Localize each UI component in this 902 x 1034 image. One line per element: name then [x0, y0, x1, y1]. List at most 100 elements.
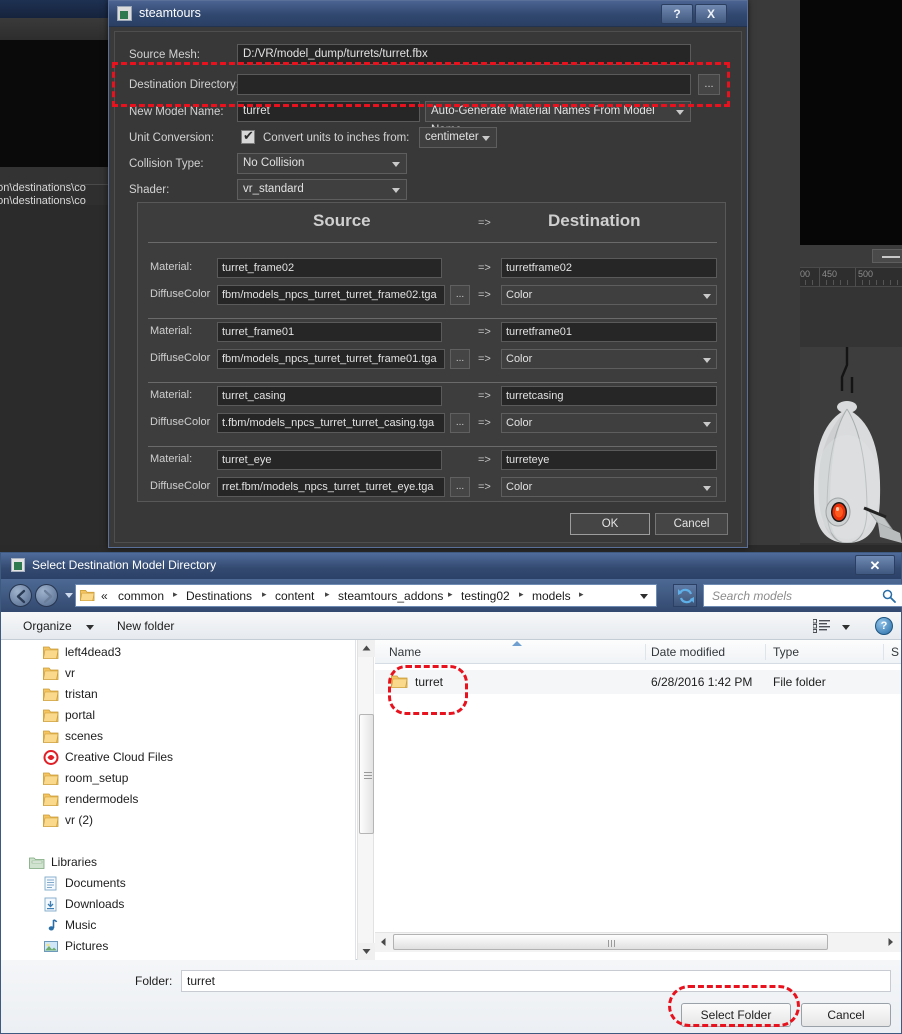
breadcrumb-separator-icon[interactable]: ▸ — [519, 589, 524, 600]
organize-button[interactable]: Organize — [23, 617, 72, 635]
help-icon[interactable]: ? — [875, 617, 893, 635]
breadcrumb-separator-icon[interactable]: ▸ — [173, 589, 178, 600]
material-source-input-1[interactable]: turret_frame01 — [217, 322, 442, 342]
sidebar-scroll-thumb[interactable] — [359, 714, 374, 834]
sidebar-item-music[interactable]: Music — [43, 915, 356, 936]
diffuse-source-input-3[interactable]: rret.fbm/models_npcs_turret_turret_eye.t… — [217, 477, 445, 497]
breadcrumb-testing02[interactable]: testing02 — [461, 588, 510, 604]
source-mesh-input[interactable]: D:/VR/model_dump/turrets/turret.fbx — [237, 44, 691, 65]
collision-type-select[interactable]: No Collision — [237, 153, 407, 174]
breadcrumb-content[interactable]: content — [275, 588, 314, 604]
explorer-titlebar[interactable]: Select Destination Model Directory ✕ — [1, 553, 901, 579]
sidebar-item-creative-cloud-files[interactable]: Creative Cloud Files — [43, 747, 356, 768]
steamtours-titlebar[interactable]: steamtours ? X — [109, 1, 747, 27]
sidebar-item-label: Libraries — [51, 854, 97, 871]
folder-icon — [43, 666, 59, 681]
scroll-down-button[interactable] — [358, 943, 375, 960]
sidebar-item-rendermodels[interactable]: rendermodels — [43, 789, 356, 810]
column-header-size[interactable]: S — [891, 644, 899, 660]
material-source-input-3[interactable]: turret_eye — [217, 450, 442, 470]
sidebar-item-libraries[interactable]: Libraries — [29, 852, 356, 873]
hscroll-thumb[interactable] — [393, 934, 828, 950]
material-dest-input-0[interactable]: turretframe02 — [501, 258, 717, 278]
destination-browse-button[interactable]: ... — [698, 74, 720, 95]
help-button[interactable]: ? — [661, 4, 693, 24]
sidebar-item-room-setup[interactable]: room_setup — [43, 768, 356, 789]
refresh-button[interactable] — [673, 584, 697, 607]
select-folder-button[interactable]: Select Folder — [681, 1003, 791, 1027]
breadcrumb-separator-icon[interactable]: ▸ — [325, 589, 330, 600]
explorer-close-button[interactable]: ✕ — [855, 555, 895, 575]
timeline-label-2: 500 — [858, 269, 873, 279]
ok-button[interactable]: OK — [570, 513, 650, 535]
folder-icon — [43, 813, 59, 828]
diffuse-browse-button-2[interactable]: ... — [450, 413, 470, 433]
forward-button[interactable] — [35, 584, 58, 607]
column-header-name[interactable]: Name — [389, 644, 421, 660]
sidebar-item-left4dead3[interactable]: left4dead3 — [43, 642, 356, 663]
view-caret-icon[interactable] — [842, 625, 850, 630]
diffuse-source-input-1[interactable]: fbm/models_npcs_turret_turret_frame01.tg… — [217, 349, 445, 369]
sidebar-item-vr-2[interactable]: vr (2) — [43, 810, 356, 831]
address-bar[interactable]: « common ▸ Destinations ▸ content ▸ stea… — [75, 584, 657, 607]
close-button[interactable]: X — [695, 4, 727, 24]
diffuse-browse-button-1[interactable]: ... — [450, 349, 470, 369]
breadcrumb-steamtours-addons[interactable]: steamtours_addons — [338, 588, 443, 604]
search-icon — [882, 589, 896, 603]
file-list-hscrollbar[interactable] — [375, 932, 901, 952]
breadcrumb-separator-icon[interactable]: ▸ — [579, 589, 584, 600]
back-button[interactable] — [9, 584, 32, 607]
background-timeline[interactable]: 00 450 500 — [800, 267, 902, 287]
diffuse-dest-select-3[interactable]: Color — [501, 477, 717, 497]
material-dest-input-1[interactable]: turretframe01 — [501, 322, 717, 342]
convert-units-checkbox[interactable] — [241, 130, 255, 144]
diffuse-browse-button-0[interactable]: ... — [450, 285, 470, 305]
material-source-input-0[interactable]: turret_frame02 — [217, 258, 442, 278]
new-folder-button[interactable]: New folder — [117, 617, 174, 635]
sidebar-item-portal[interactable]: portal — [43, 705, 356, 726]
breadcrumb-common[interactable]: common — [118, 588, 164, 604]
table-row[interactable]: turret 6/28/2016 1:42 PM File folder — [375, 670, 901, 694]
sidebar-item-tristan[interactable]: tristan — [43, 684, 356, 705]
sidebar-scrollbar[interactable] — [357, 640, 374, 960]
column-header-type[interactable]: Type — [773, 644, 799, 660]
diffuse-browse-button-3[interactable]: ... — [450, 477, 470, 497]
column-header-date-modified[interactable]: Date modified — [651, 644, 725, 660]
breadcrumb-separator-icon[interactable]: ▸ — [448, 589, 453, 600]
material-dest-input-3[interactable]: turreteye — [501, 450, 717, 470]
diffuse-dest-select-0[interactable]: Color — [501, 285, 717, 305]
recent-locations-caret-icon[interactable] — [65, 593, 73, 598]
explorer-cancel-button[interactable]: Cancel — [801, 1003, 891, 1027]
steamtours-cancel-button[interactable]: Cancel — [655, 513, 728, 535]
search-input[interactable]: Search models — [703, 584, 902, 607]
sidebar-item-pictures[interactable]: Pictures — [43, 936, 356, 957]
new-model-name-input[interactable]: turret — [237, 101, 420, 122]
background-right-toolbutton[interactable] — [872, 249, 902, 263]
breadcrumb-destinations[interactable]: Destinations — [186, 588, 252, 604]
sidebar-item-scenes[interactable]: scenes — [43, 726, 356, 747]
diffuse-dest-select-1[interactable]: Color — [501, 349, 717, 369]
destination-directory-input[interactable] — [237, 74, 691, 95]
breadcrumb-models[interactable]: models — [532, 588, 571, 604]
shader-select[interactable]: vr_standard — [237, 179, 407, 200]
material-source-input-2[interactable]: turret_casing — [217, 386, 442, 406]
sidebar-item-downloads[interactable]: Downloads — [43, 894, 356, 915]
steamtours-title: steamtours — [139, 6, 201, 20]
list-view-icon[interactable] — [813, 619, 831, 633]
scroll-right-button[interactable] — [882, 933, 899, 951]
address-dropdown-icon[interactable] — [640, 594, 648, 599]
breadcrumb-separator-icon[interactable]: ▸ — [262, 589, 267, 600]
scroll-up-button[interactable] — [358, 640, 375, 657]
sidebar-item-vr[interactable]: vr — [43, 663, 356, 684]
sidebar-item-documents[interactable]: Documents — [43, 873, 356, 894]
organize-caret-icon[interactable] — [86, 625, 94, 630]
material-naming-select[interactable]: Auto-Generate Material Names From Model … — [425, 101, 691, 122]
material-dest-input-2[interactable]: turretcasing — [501, 386, 717, 406]
diffuse-source-input-0[interactable]: fbm/models_npcs_turret_turret_frame02.tg… — [217, 285, 445, 305]
folder-input[interactable]: turret — [181, 970, 891, 992]
diffuse-dest-select-2[interactable]: Color — [501, 413, 717, 433]
breadcrumb-overflow[interactable]: « — [101, 588, 108, 604]
scroll-left-button[interactable] — [375, 933, 392, 951]
diffuse-source-input-2[interactable]: t.fbm/models_npcs_turret_turret_casing.t… — [217, 413, 445, 433]
unit-select[interactable]: centimeter — [419, 127, 497, 148]
